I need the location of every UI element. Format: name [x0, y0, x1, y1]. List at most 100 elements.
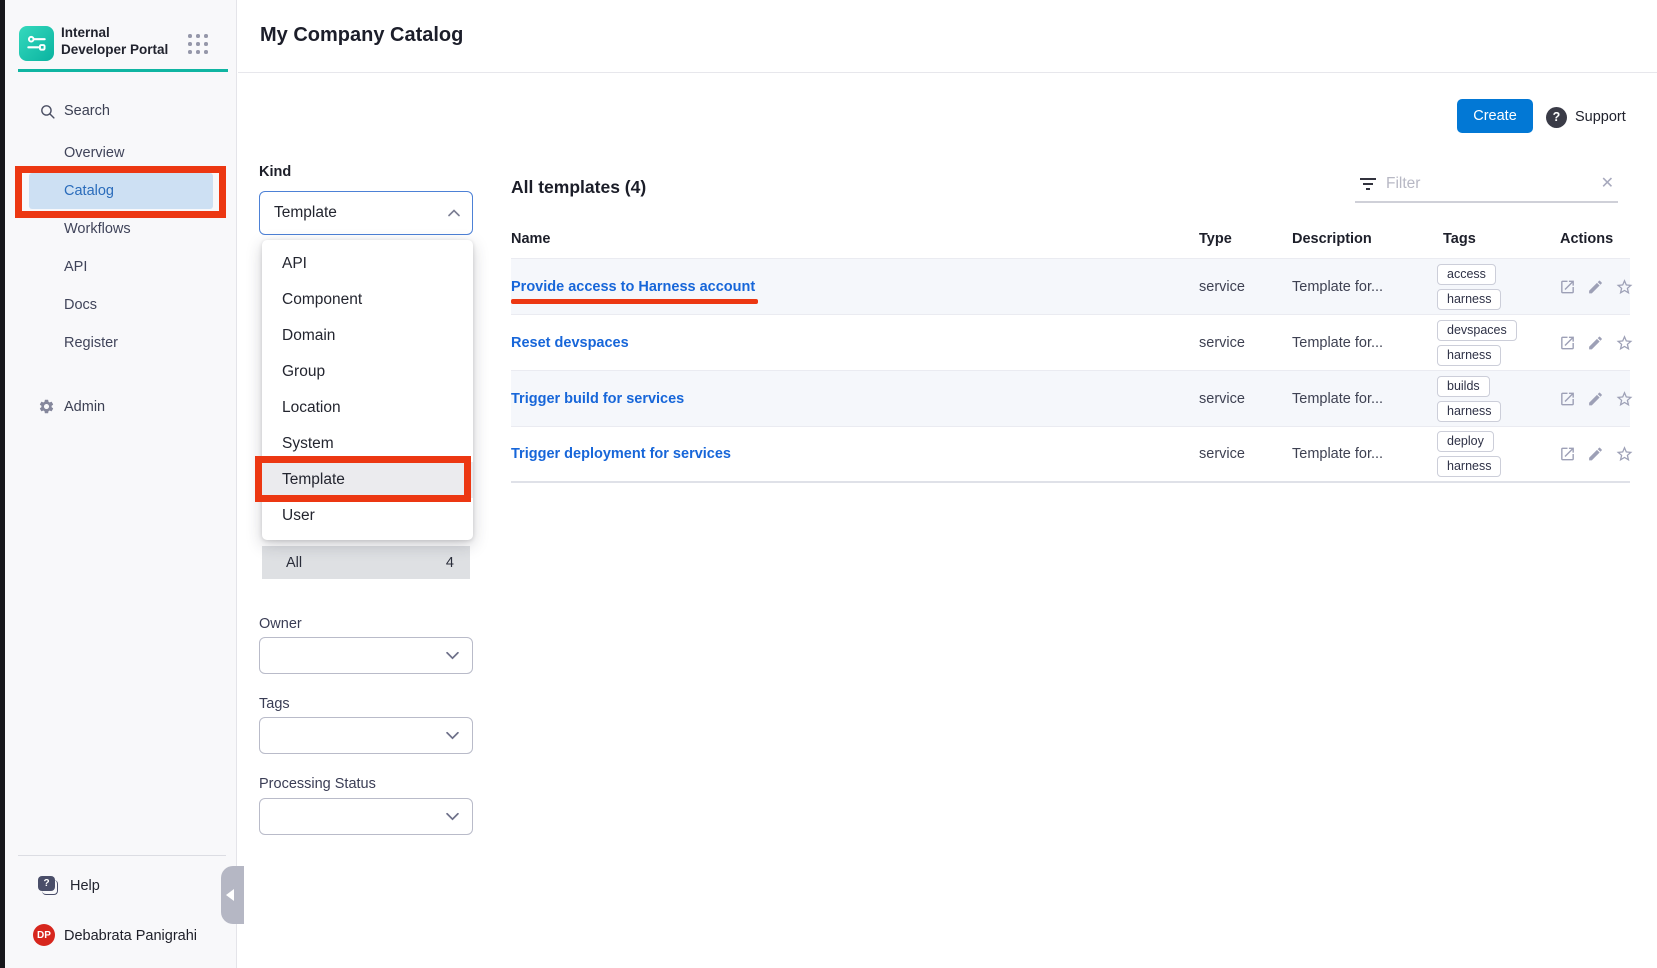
- sidebar-item-catalog[interactable]: Catalog: [29, 173, 213, 209]
- kind-count-all[interactable]: All 4: [262, 546, 470, 579]
- templates-table: Name Type Description Tags Actions Provi…: [511, 225, 1630, 483]
- row-type: service: [1199, 279, 1245, 295]
- tag-chip: devspaces: [1437, 320, 1517, 341]
- tag-chip: harness: [1437, 401, 1501, 422]
- idp-circuit-icon[interactable]: [19, 26, 54, 61]
- row-tags: builds harness: [1437, 376, 1501, 422]
- kind-option-template[interactable]: Template: [262, 462, 473, 498]
- table-body: Provide access to Harness account servic…: [511, 259, 1630, 483]
- sidebar-item-workflows[interactable]: Workflows: [5, 210, 237, 248]
- processing-status-select[interactable]: [259, 798, 473, 835]
- row-actions: [1559, 389, 1634, 408]
- processing-status-label: Processing Status: [259, 776, 376, 792]
- star-icon[interactable]: [1615, 445, 1634, 464]
- edit-icon[interactable]: [1587, 334, 1604, 351]
- star-icon[interactable]: [1615, 333, 1634, 352]
- funnel-icon: [1359, 176, 1377, 192]
- sidebar-item-api[interactable]: API: [5, 248, 237, 286]
- gear-icon: [38, 398, 55, 415]
- sidebar-item-overview[interactable]: Overview: [5, 134, 237, 172]
- brand-divider: [18, 69, 228, 72]
- chevron-down-icon: [446, 731, 459, 740]
- kind-option-user[interactable]: User: [262, 498, 473, 534]
- edit-icon[interactable]: [1587, 390, 1604, 407]
- edit-icon[interactable]: [1587, 278, 1604, 295]
- kind-select-value: Template: [274, 204, 448, 222]
- search-icon: [39, 103, 56, 120]
- user-menu[interactable]: DP Debabrata Panigrahi: [5, 921, 237, 951]
- sidebar-nav: OverviewCatalogWorkflowsAPIDocsRegister: [5, 134, 237, 362]
- owner-label: Owner: [259, 616, 302, 632]
- tag-chip: builds: [1437, 376, 1490, 397]
- kind-dropdown: APIComponentDomainGroupLocationSystemTem…: [262, 240, 473, 540]
- row-tags: devspaces harness: [1437, 320, 1517, 366]
- row-type: service: [1199, 446, 1245, 462]
- open-in-new-icon[interactable]: [1559, 390, 1576, 407]
- chevron-down-icon: [446, 651, 459, 660]
- chat-question-icon: ?: [38, 876, 55, 891]
- tag-chip: harness: [1437, 456, 1501, 477]
- template-name-link[interactable]: Trigger build for services: [511, 391, 684, 407]
- row-tags: access harness: [1437, 264, 1501, 310]
- sidebar-item-admin[interactable]: Admin: [5, 391, 237, 423]
- col-tags: Tags: [1443, 231, 1476, 247]
- sidebar-item-docs[interactable]: Docs: [5, 286, 237, 324]
- open-in-new-icon[interactable]: [1559, 334, 1576, 351]
- kind-option-component[interactable]: Component: [262, 282, 473, 318]
- kind-select[interactable]: Template: [259, 191, 473, 235]
- admin-label: Admin: [64, 399, 105, 415]
- open-in-new-icon[interactable]: [1559, 278, 1576, 295]
- question-circle-icon: ?: [1546, 107, 1567, 128]
- chevron-up-icon: [448, 209, 460, 217]
- row-actions: [1559, 277, 1634, 296]
- table-row[interactable]: Provide access to Harness account servic…: [511, 259, 1630, 315]
- tags-label: Tags: [259, 696, 290, 712]
- row-actions: [1559, 333, 1634, 352]
- chevron-left-icon: [226, 889, 234, 901]
- col-name: Name: [511, 231, 551, 247]
- filter-input[interactable]: [1386, 175, 1590, 193]
- kind-option-system[interactable]: System: [262, 426, 473, 462]
- template-name-link[interactable]: Reset devspaces: [511, 335, 629, 351]
- app-title: Internal Developer Portal: [61, 24, 173, 58]
- kind-option-location[interactable]: Location: [262, 390, 473, 426]
- support-button[interactable]: ? Support: [1546, 104, 1626, 130]
- sidebar-item-help[interactable]: ? Help: [5, 872, 237, 902]
- sidebar-item-register[interactable]: Register: [5, 324, 237, 362]
- open-in-new-icon[interactable]: [1559, 446, 1576, 463]
- star-icon[interactable]: [1615, 277, 1634, 296]
- row-description: Template for...: [1292, 446, 1383, 462]
- apps-grid-icon[interactable]: [187, 33, 209, 55]
- sidebar-collapse-handle[interactable]: [221, 866, 244, 924]
- tag-chip: deploy: [1437, 431, 1494, 452]
- template-name-link[interactable]: Trigger deployment for services: [511, 446, 731, 462]
- avatar: DP: [33, 924, 55, 946]
- tag-chip: harness: [1437, 345, 1501, 366]
- user-name: Debabrata Panigrahi: [64, 928, 197, 944]
- row-description: Template for...: [1292, 391, 1383, 407]
- create-button[interactable]: Create: [1457, 99, 1533, 133]
- owner-select[interactable]: [259, 637, 473, 674]
- col-actions: Actions: [1560, 231, 1613, 247]
- star-icon[interactable]: [1615, 389, 1634, 408]
- search-label: Search: [64, 103, 110, 119]
- edit-icon[interactable]: [1587, 446, 1604, 463]
- tags-select[interactable]: [259, 717, 473, 754]
- template-name-link[interactable]: Provide access to Harness account: [511, 279, 755, 295]
- row-actions: [1559, 445, 1634, 464]
- clear-filter-icon[interactable]: ✕: [1599, 176, 1616, 192]
- help-label: Help: [70, 878, 100, 894]
- kind-option-group[interactable]: Group: [262, 354, 473, 390]
- tag-chip: access: [1437, 264, 1496, 285]
- kind-option-api[interactable]: API: [262, 246, 473, 282]
- sidebar-item-search[interactable]: Search: [5, 95, 237, 129]
- tag-chip: harness: [1437, 289, 1501, 310]
- table-row[interactable]: Trigger build for services service Templ…: [511, 371, 1630, 427]
- row-description: Template for...: [1292, 335, 1383, 351]
- table-filter: ✕: [1355, 171, 1618, 203]
- table-row[interactable]: Reset devspaces service Template for... …: [511, 315, 1630, 371]
- kind-option-domain[interactable]: Domain: [262, 318, 473, 354]
- page-title: My Company Catalog: [260, 24, 463, 47]
- col-description: Description: [1292, 231, 1372, 247]
- table-row[interactable]: Trigger deployment for services service …: [511, 427, 1630, 483]
